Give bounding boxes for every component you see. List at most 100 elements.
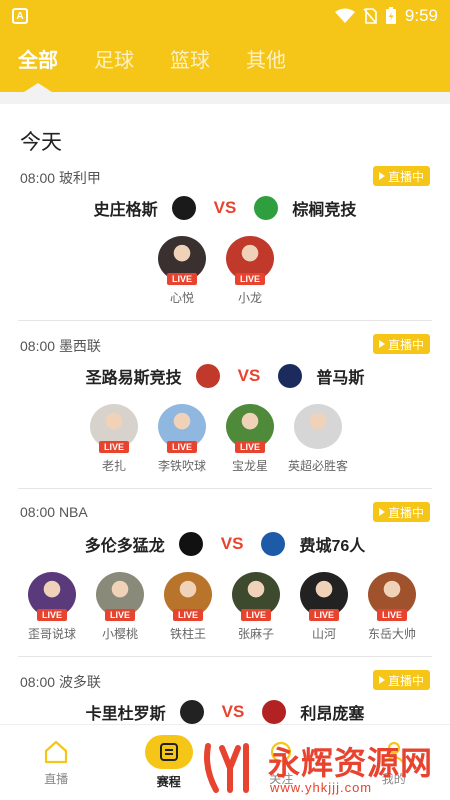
live-indicator: LIVE bbox=[240, 609, 272, 621]
match-teams: 史庄格斯 VS 棕榈竞技 bbox=[0, 192, 450, 224]
vs-label: VS bbox=[220, 534, 244, 553]
avatar: LIVE bbox=[300, 572, 348, 621]
live-badge[interactable]: 直播中 bbox=[372, 670, 430, 690]
host-item[interactable]: LIVE 李铁吹球 bbox=[158, 404, 206, 474]
host-item[interactable]: LIVE 老扎 bbox=[90, 404, 138, 474]
host-item[interactable]: LIVE 歪哥说球 bbox=[28, 572, 76, 642]
live-indicator: LIVE bbox=[376, 609, 408, 621]
match-league: 玻利甲 bbox=[58, 170, 101, 186]
avatar: LIVE bbox=[96, 572, 144, 621]
category-tabs: 全部 足球 篮球 其他 bbox=[0, 32, 450, 92]
play-icon bbox=[378, 172, 385, 180]
host-item[interactable]: LIVE 小樱桃 bbox=[96, 572, 144, 642]
host-item[interactable]: LIVE 心悦 bbox=[158, 236, 206, 306]
host-list: LIVE 心悦 LIVE 小龙 bbox=[0, 236, 450, 306]
home-team-name: 卡里杜罗斯 bbox=[85, 706, 166, 723]
live-badge-label: 直播中 bbox=[387, 673, 424, 688]
host-item[interactable]: 英超必胜客 bbox=[288, 404, 348, 474]
match-meta: 08:00 玻利甲 bbox=[20, 168, 101, 188]
match-teams: 多伦多猛龙 VS 费城76人 bbox=[0, 528, 450, 560]
tab-football[interactable]: 足球 bbox=[94, 32, 134, 92]
away-team-logo-icon bbox=[262, 700, 287, 724]
host-name: 小樱桃 bbox=[101, 627, 138, 641]
match-meta: 08:00 NBA bbox=[20, 504, 88, 520]
match-meta: 08:00 墨西联 bbox=[20, 336, 101, 356]
divider bbox=[18, 488, 432, 489]
live-indicator: LIVE bbox=[36, 609, 68, 621]
nav-schedule-label: 赛程 bbox=[156, 775, 181, 789]
avatar: LIVE bbox=[158, 404, 206, 453]
live-badge[interactable]: 直播中 bbox=[372, 334, 430, 354]
host-name: 铁柱王 bbox=[169, 627, 206, 641]
home-icon bbox=[42, 738, 70, 766]
divider bbox=[18, 320, 432, 321]
section-divider bbox=[0, 92, 450, 104]
app-notification-icon: A bbox=[12, 8, 28, 24]
live-indicator: LIVE bbox=[98, 441, 130, 453]
watermark-text: 永辉资源网 bbox=[268, 745, 434, 781]
live-badge[interactable]: 直播中 bbox=[372, 502, 430, 522]
host-name: 歪哥说球 bbox=[28, 627, 77, 641]
match-teams: 圣路易斯竞技 VS 普马斯 bbox=[0, 360, 450, 392]
home-team-logo-icon bbox=[178, 532, 203, 556]
host-list: LIVE 歪哥说球 LIVE 小樱桃 LIVE 铁柱王 LIVE 张麻子 LIVE 山河 LIVE 东… bbox=[0, 572, 450, 642]
live-indicator: LIVE bbox=[308, 609, 340, 621]
host-name: 张麻子 bbox=[237, 627, 274, 641]
day-title: 今天 bbox=[20, 131, 62, 154]
host-name: 小龙 bbox=[237, 291, 262, 305]
live-indicator: LIVE bbox=[104, 609, 136, 621]
host-item[interactable]: LIVE 宝龙星 bbox=[226, 404, 274, 474]
live-indicator: LIVE bbox=[234, 441, 266, 453]
match-meta: 08:00 波多联 bbox=[20, 672, 101, 692]
avatar bbox=[294, 404, 342, 449]
away-team-logo-icon bbox=[261, 532, 286, 556]
avatar: LIVE bbox=[368, 572, 416, 621]
schedule-list[interactable]: 今天 08:00 玻利甲 直播中 史庄格斯 VS 棕榈竞技 LIVE 心悦 LIVE 小龙 08:… bbox=[0, 104, 450, 724]
nav-live[interactable]: 直播 bbox=[0, 725, 113, 800]
nav-live-label: 直播 bbox=[44, 772, 69, 786]
status-bar: A 9:59 bbox=[0, 0, 450, 32]
tab-basketball[interactable]: 篮球 bbox=[170, 32, 210, 92]
avatar: LIVE bbox=[158, 236, 206, 285]
host-name: 老扎 bbox=[101, 459, 126, 473]
host-name: 李铁吹球 bbox=[158, 459, 207, 473]
live-badge[interactable]: 直播中 bbox=[372, 166, 430, 186]
host-item[interactable]: LIVE 张麻子 bbox=[232, 572, 280, 642]
home-team-name: 史庄格斯 bbox=[93, 202, 158, 219]
host-list: LIVE 老扎 LIVE 李铁吹球 LIVE 宝龙星 英超必胜客 bbox=[0, 404, 450, 474]
match-league: 波多联 bbox=[58, 674, 101, 690]
host-item[interactable]: LIVE 铁柱王 bbox=[164, 572, 212, 642]
host-item[interactable]: LIVE 东岳大帅 bbox=[368, 572, 416, 642]
match-time: 08:00 bbox=[20, 170, 56, 186]
host-item[interactable]: LIVE 小龙 bbox=[226, 236, 274, 306]
home-team-logo-icon bbox=[195, 364, 220, 388]
home-team-logo-icon bbox=[179, 700, 204, 724]
away-team-name: 棕榈竞技 bbox=[292, 202, 357, 219]
tab-other[interactable]: 其他 bbox=[246, 32, 286, 92]
live-badge-label: 直播中 bbox=[387, 169, 424, 184]
tab-all[interactable]: 全部 bbox=[18, 32, 58, 92]
vs-label: VS bbox=[213, 198, 237, 217]
watermark-url: www.yhkjjj.com bbox=[270, 780, 373, 795]
host-name: 心悦 bbox=[169, 291, 194, 305]
avatar: LIVE bbox=[28, 572, 76, 621]
live-indicator: LIVE bbox=[166, 273, 198, 285]
watermark-logo-icon bbox=[204, 743, 249, 793]
live-badge-label: 直播中 bbox=[387, 337, 424, 352]
vs-label: VS bbox=[237, 366, 261, 385]
host-name: 东岳大帅 bbox=[368, 627, 417, 641]
host-item[interactable]: LIVE 山河 bbox=[300, 572, 348, 642]
wifi-icon bbox=[334, 8, 355, 24]
play-icon bbox=[378, 340, 385, 348]
home-team-name: 多伦多猛龙 bbox=[84, 538, 165, 555]
divider bbox=[18, 656, 432, 657]
play-icon bbox=[378, 676, 385, 684]
away-team-logo-icon bbox=[254, 196, 279, 220]
avatar: LIVE bbox=[226, 404, 274, 453]
home-team-name: 圣路易斯竞技 bbox=[85, 370, 182, 387]
away-team-name: 费城76人 bbox=[299, 538, 366, 555]
away-team-logo-icon bbox=[278, 364, 303, 388]
host-name: 宝龙星 bbox=[231, 459, 268, 473]
play-icon bbox=[378, 508, 385, 516]
match-time: 08:00 bbox=[20, 338, 56, 354]
